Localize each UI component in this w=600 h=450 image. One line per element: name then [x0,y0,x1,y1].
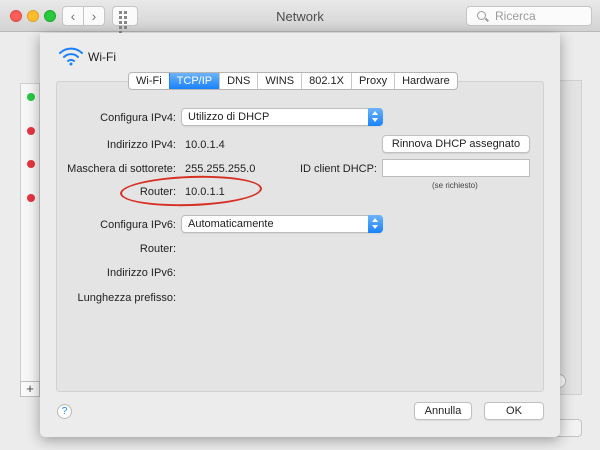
tab-dns[interactable]: DNS [219,73,257,89]
add-service-button[interactable]: + [20,381,40,397]
search-icon [477,11,486,20]
ipv6-config-popup[interactable]: Automaticamente [181,215,383,233]
ipv6-config-value: Automaticamente [188,218,274,230]
wifi-icon [59,47,83,66]
ipv4-config-value: Utilizzo di DHCP [188,111,270,123]
dhcp-client-id-label: ID client DHCP: [299,163,377,175]
dhcp-client-id-field[interactable] [382,159,530,177]
ipv6-address-label: Indirizzo IPv6: [106,267,176,279]
background-panel-edge [560,80,582,395]
tab-wifi[interactable]: Wi-Fi [129,73,169,89]
dhcp-client-id-hint: (se richiesto) [432,181,478,190]
service-status-dot [27,160,35,168]
service-status-dot [27,127,35,135]
ipv4-config-label: Configura IPv4: [100,112,176,124]
ipv4-address-label: Indirizzo IPv4: [106,139,176,151]
subnet-mask-label: Maschera di sottorete: [67,163,176,175]
service-status-dot [27,194,35,202]
help-button[interactable]: ? [57,404,72,419]
subnet-mask-value: 255.255.255.0 [185,163,256,175]
prefix-length-label: Lunghezza prefisso: [77,292,176,304]
tcpip-panel [56,81,544,392]
ipv4-config-popup[interactable]: Utilizzo di DHCP [181,108,383,126]
tab-wins[interactable]: WINS [257,73,301,89]
tab-proxy[interactable]: Proxy [350,73,394,89]
search-placeholder: Ricerca [495,9,536,23]
service-status-dot [27,93,35,101]
ipv4-address-value: 10.0.1.4 [185,139,225,151]
tab-8021x[interactable]: 802.1X [301,73,351,89]
ipv6-config-label: Configura IPv6: [100,219,176,231]
search-field[interactable]: Ricerca [466,6,592,26]
sheet-title: Wi-Fi [88,50,116,64]
service-list[interactable] [20,83,40,396]
ipv6-router-label: Router: [139,243,176,255]
network-window: ‹ › Network Ricerca + Wi-Fi Wi-Fi TCP/IP [0,0,600,450]
tab-tcpip[interactable]: TCP/IP [168,73,220,89]
router-value: 10.0.1.1 [185,186,225,198]
router-label: Router: [139,186,176,198]
tab-hardware[interactable]: Hardware [394,73,457,89]
popup-arrows-icon [368,215,383,233]
ok-button[interactable]: OK [484,402,544,420]
settings-tabs: Wi-Fi TCP/IP DNS WINS 802.1X Proxy Hardw… [128,72,458,90]
title-bar: ‹ › Network Ricerca [0,0,600,34]
cancel-button[interactable]: Annulla [414,402,472,420]
advanced-settings-sheet: Wi-Fi Wi-Fi TCP/IP DNS WINS 802.1X Proxy… [40,33,560,437]
renew-dhcp-button[interactable]: Rinnova DHCP assegnato [382,135,530,153]
popup-arrows-icon [368,108,383,126]
